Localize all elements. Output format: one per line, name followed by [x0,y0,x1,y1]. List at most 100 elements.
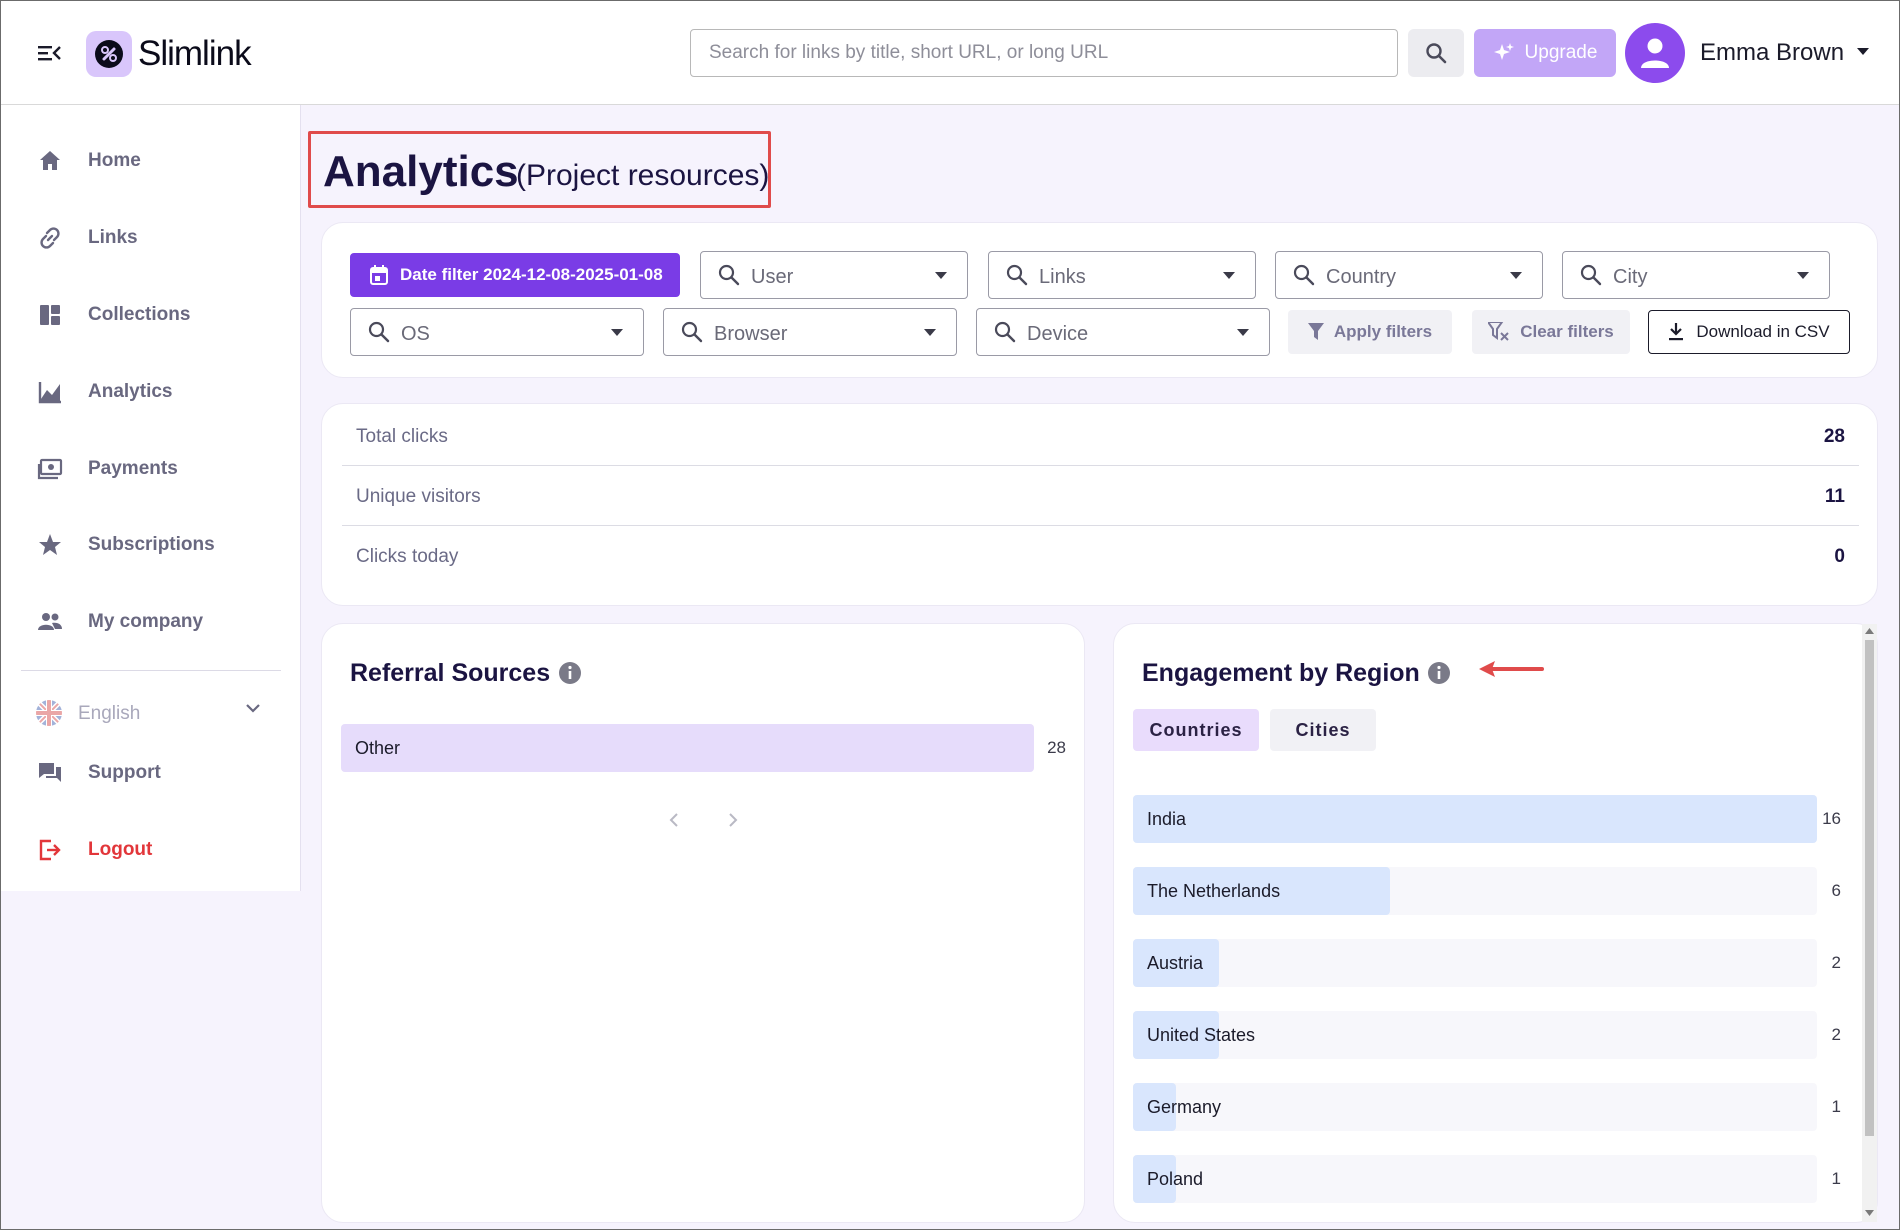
date-filter-button[interactable]: Date filter 2024-12-08-2025-01-08 [350,253,680,297]
user-filter-select[interactable]: User [700,251,968,299]
sidebar-item-support[interactable]: Support [1,743,300,803]
bar-value: 2 [1831,953,1841,972]
app-logo-text[interactable]: Slimlink [138,31,252,77]
stat-value: 28 [1823,426,1845,447]
sidebar-item-label: Support [88,762,161,783]
chevron-down-icon [1510,272,1522,279]
logout-button[interactable]: Logout [1,820,300,880]
region-scrollbar[interactable] [1862,624,1877,1222]
sidebar-item-collections[interactable]: Collections [1,285,300,345]
bar-value: 1 [1831,1169,1841,1188]
search-icon [1426,43,1447,64]
apply-filters-label: Apply filters [1333,322,1433,341]
tab-cities[interactable]: Cities [1270,709,1376,751]
city-filter-select[interactable]: City [1562,251,1830,299]
sidebar-item-home[interactable]: Home [1,131,300,191]
search-icon [1006,264,1028,286]
logout-label: Logout [88,839,153,860]
tab-countries[interactable]: Countries [1133,709,1259,751]
chevron-down-icon [935,272,947,279]
stat-value: 11 [1824,486,1845,507]
engagement-by-region-title: Engagement by Region [1142,659,1420,687]
language-label: English [78,703,141,724]
clear-filters-button[interactable]: Clear filters [1472,310,1630,354]
info-icon[interactable] [1427,661,1451,685]
chevron-down-icon [246,704,260,713]
region-bar-row: United States 2 [1133,1011,1841,1059]
upgrade-label: Upgrade [1524,42,1598,63]
scrollbar-thumb[interactable] [1865,640,1874,1136]
filters-panel: Date filter 2024-12-08-2025-01-08 User L… [321,222,1878,378]
select-label: OS [401,323,430,345]
stat-label: Unique visitors [356,486,481,507]
title-annotation-box: Analytics (Project resources) [308,131,771,208]
sidebar-item-label: Home [88,150,141,171]
stat-label: Total clicks [356,426,448,447]
stat-row-total-clicks: Total clicks 28 [342,406,1859,466]
sidebar-divider [21,670,281,671]
people-icon [38,613,62,630]
sidebar-item-payments[interactable]: Payments [1,439,300,499]
country-filter-select[interactable]: Country [1275,251,1543,299]
chevron-down-icon[interactable] [1856,47,1870,56]
scroll-up-icon[interactable] [1865,628,1874,634]
os-filter-select[interactable]: OS [350,308,644,356]
region-bar-row: Poland 1 [1133,1155,1841,1203]
chevron-down-icon [1797,272,1809,279]
payments-icon [37,458,63,480]
region-bar-row: The Netherlands 6 [1133,867,1841,915]
sidebar-item-my-company[interactable]: My company [1,592,300,652]
browser-filter-select[interactable]: Browser [663,308,957,356]
sidebar-item-links[interactable]: Links [1,208,300,268]
stat-label: Clicks today [356,546,459,567]
top-header: Slimlink Upgrade Emma Brown [1,1,1899,105]
star-icon [39,534,61,555]
search-icon [718,264,740,286]
device-filter-select[interactable]: Device [976,308,1270,356]
sidebar-item-subscriptions[interactable]: Subscriptions [1,515,300,575]
logo-icon[interactable] [86,31,132,77]
download-csv-label: Download in CSV [1696,322,1830,341]
bar-label: India [1147,809,1187,829]
stats-panel: Total clicks 28 Unique visitors 11 Click… [321,403,1878,606]
uk-flag-icon [36,700,62,726]
referral-sources-card: Referral Sources Other 28 [321,623,1085,1223]
scroll-down-icon[interactable] [1865,1210,1874,1216]
annotation-arrow-icon [1479,661,1544,677]
bar-track [1133,1155,1817,1203]
filter-icon [1307,323,1324,340]
sidebar-item-label: My company [88,611,204,632]
date-filter-label: Date filter 2024-12-08-2025-01-08 [400,265,663,284]
search-icon [368,321,390,343]
download-csv-button[interactable]: Download in CSV [1648,310,1850,354]
bar-label: Poland [1147,1169,1204,1189]
upgrade-button[interactable]: Upgrade [1474,29,1616,77]
menu-collapse-icon[interactable] [37,41,63,65]
person-icon [1641,38,1669,68]
info-icon[interactable] [558,661,582,685]
search-button[interactable] [1408,29,1464,77]
select-label: City [1613,266,1648,288]
select-label: Links [1039,266,1086,288]
referral-bar-row: Other 28 [341,724,1066,772]
sidebar-item-label: Analytics [88,381,173,402]
language-selector[interactable]: English [1,687,300,737]
chevron-left-icon[interactable] [669,813,679,827]
search-input[interactable] [690,29,1398,77]
bar-label: Other [355,738,401,758]
chevron-right-icon[interactable] [728,813,738,827]
logout-icon [39,839,61,861]
stat-row-unique-visitors: Unique visitors 11 [342,466,1859,526]
sidebar-item-analytics[interactable]: Analytics [1,362,300,422]
user-avatar[interactable] [1625,23,1685,83]
stat-row-clicks-today: Clicks today 0 [342,526,1859,586]
sidebar-item-label: Collections [88,304,191,325]
region-bar-row: India 16 [1133,795,1841,843]
user-name[interactable]: Emma Brown [1700,39,1844,67]
bar-label: The Netherlands [1147,881,1281,901]
links-filter-select[interactable]: Links [988,251,1256,299]
search-icon [994,321,1016,343]
search-icon [681,321,703,343]
apply-filters-button[interactable]: Apply filters [1288,310,1452,354]
bar-value: 28 [1047,738,1066,757]
